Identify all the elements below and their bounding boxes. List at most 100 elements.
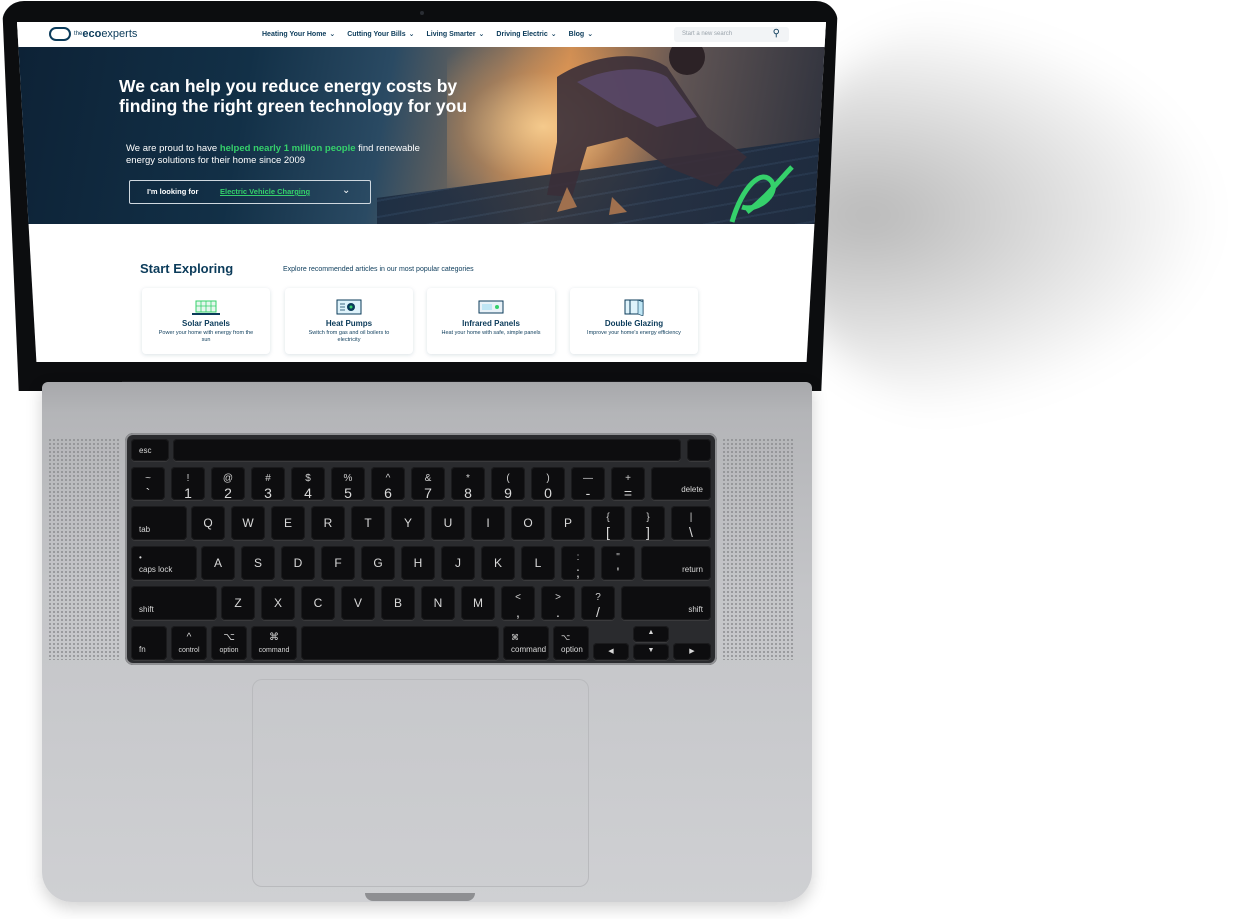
key-w[interactable]: W — [231, 506, 265, 540]
key-l[interactable]: L — [521, 546, 555, 580]
key-u[interactable]: U — [431, 506, 465, 540]
arrow-down-icon: ▼ — [647, 647, 655, 654]
key-left-bracket[interactable]: {[ — [591, 506, 625, 540]
touch-id-key[interactable] — [687, 439, 711, 461]
nav-cutting-your-bills[interactable]: Cutting Your Bills ⌄ — [347, 30, 414, 38]
looking-for-select[interactable]: I'm looking for Electric Vehicle Chargin… — [129, 180, 371, 204]
key-label: O — [523, 516, 533, 530]
key-left-option[interactable]: ⌥ option — [211, 626, 247, 660]
key-q[interactable]: Q — [191, 506, 225, 540]
key-7[interactable]: & 7 — [411, 467, 445, 500]
key-o[interactable]: O — [511, 506, 545, 540]
key-3[interactable]: #3 — [251, 467, 285, 500]
key-space[interactable] — [301, 626, 499, 660]
trackpad[interactable] — [252, 679, 589, 887]
nav-label: Heating Your Home — [262, 31, 327, 38]
key-y[interactable]: Y — [391, 506, 425, 540]
key-control[interactable]: ^ control — [171, 626, 207, 660]
nav-driving-electric[interactable]: Driving Electric ⌄ — [496, 30, 556, 38]
category-card-solar-panels[interactable]: Solar Panels Power your home with energy… — [142, 288, 270, 354]
nav-blog[interactable]: Blog ⌄ — [569, 30, 593, 38]
nav-living-smarter[interactable]: Living Smarter ⌄ — [427, 30, 485, 38]
category-card-double-glazing[interactable]: Double Glazing Improve your home's energ… — [570, 288, 698, 354]
key-t[interactable]: T — [351, 506, 385, 540]
key-2[interactable]: @2 — [211, 467, 245, 500]
key-left-shift[interactable]: shift — [131, 586, 217, 620]
key-comma[interactable]: <, — [501, 586, 535, 620]
key-label: tab — [139, 525, 151, 534]
key-k[interactable]: K — [481, 546, 515, 580]
key-slash[interactable]: ? / — [581, 586, 615, 620]
arrow-right-icon: ▶ — [689, 648, 695, 655]
key-label: caps lock — [139, 565, 173, 574]
key-v[interactable]: V — [341, 586, 375, 620]
key-p[interactable]: P — [551, 506, 585, 540]
key-quote[interactable]: " ' — [601, 546, 635, 580]
key-d[interactable]: D — [281, 546, 315, 580]
key-i[interactable]: I — [471, 506, 505, 540]
section-title: Start Exploring — [140, 261, 234, 276]
key-h[interactable]: H — [401, 546, 435, 580]
search-placeholder: Start a new search — [682, 31, 733, 37]
key-right-bracket[interactable]: }] — [631, 506, 665, 540]
key-c[interactable]: C — [301, 586, 335, 620]
key-e[interactable]: E — [271, 506, 305, 540]
key-label: shift — [139, 605, 154, 614]
key-right-shift[interactable]: shift — [621, 586, 711, 620]
search-icon[interactable]: ⚲ — [773, 28, 780, 39]
key-return[interactable]: return — [641, 546, 711, 580]
key-label: W — [242, 516, 254, 530]
key-6[interactable]: ^ 6 — [371, 467, 405, 500]
chevron-down-icon: ⌄ — [550, 31, 557, 38]
key-label: A — [213, 556, 222, 570]
key-x[interactable]: X — [261, 586, 295, 620]
key-arrow-right[interactable]: ▶ — [673, 643, 711, 660]
key-0[interactable]: ) 0 — [531, 467, 565, 500]
site-logo[interactable]: the eco experts — [49, 27, 137, 41]
search-input[interactable]: Start a new search ⚲ — [674, 27, 789, 42]
key-top: % — [343, 473, 353, 484]
command-symbol: ⌘ — [511, 633, 519, 642]
key-j[interactable]: J — [441, 546, 475, 580]
key-tab[interactable]: tab — [131, 506, 187, 540]
key-9[interactable]: (9 — [491, 467, 525, 500]
key-a[interactable]: A — [201, 546, 235, 580]
key-arrow-down[interactable]: ▼ — [633, 644, 669, 660]
key-right-option[interactable]: ⌥ option — [553, 626, 589, 660]
key-backtick[interactable]: ~ ` — [131, 467, 165, 500]
key-top: > — [555, 592, 561, 603]
key-fn[interactable]: fn — [131, 626, 167, 660]
key-right-command[interactable]: ⌘ command — [503, 626, 549, 660]
key-caps-lock[interactable]: • caps lock — [131, 546, 197, 580]
category-card-heat-pumps[interactable]: Heat Pumps Switch from gas and oil boile… — [285, 288, 413, 354]
key-4[interactable]: $4 — [291, 467, 325, 500]
key-label: K — [493, 556, 502, 570]
category-card-infrared-panels[interactable]: Infrared Panels Heat your home with safe… — [427, 288, 555, 354]
key-semicolon[interactable]: :; — [561, 546, 595, 580]
key-equals[interactable]: + = — [611, 467, 645, 500]
key-left-command[interactable]: ⌘ command — [251, 626, 297, 660]
key-s[interactable]: S — [241, 546, 275, 580]
key-b[interactable]: B — [381, 586, 415, 620]
key-8[interactable]: * 8 — [451, 467, 485, 500]
key-1[interactable]: ! 1 — [171, 467, 205, 500]
key-5[interactable]: % 5 — [331, 467, 365, 500]
nav-heating-your-home[interactable]: Heating Your Home ⌄ — [262, 30, 335, 38]
key-backslash[interactable]: | \ — [671, 506, 711, 540]
key-delete[interactable]: delete — [651, 467, 711, 500]
key-arrow-left[interactable]: ◀ — [593, 643, 629, 660]
key-label: return — [682, 565, 703, 574]
key-z[interactable]: Z — [221, 586, 255, 620]
touch-bar[interactable] — [173, 439, 681, 461]
key-arrow-up[interactable]: ▲ — [633, 626, 669, 642]
key-g[interactable]: G — [361, 546, 395, 580]
key-f[interactable]: F — [321, 546, 355, 580]
key-r[interactable]: R — [311, 506, 345, 540]
key-n[interactable]: N — [421, 586, 455, 620]
key-period[interactable]: >. — [541, 586, 575, 620]
key-esc[interactable]: esc — [131, 439, 169, 461]
key-m[interactable]: M — [461, 586, 495, 620]
key-top: ( — [506, 473, 510, 484]
key-top: — — [583, 473, 593, 484]
key-minus[interactable]: — - — [571, 467, 605, 500]
